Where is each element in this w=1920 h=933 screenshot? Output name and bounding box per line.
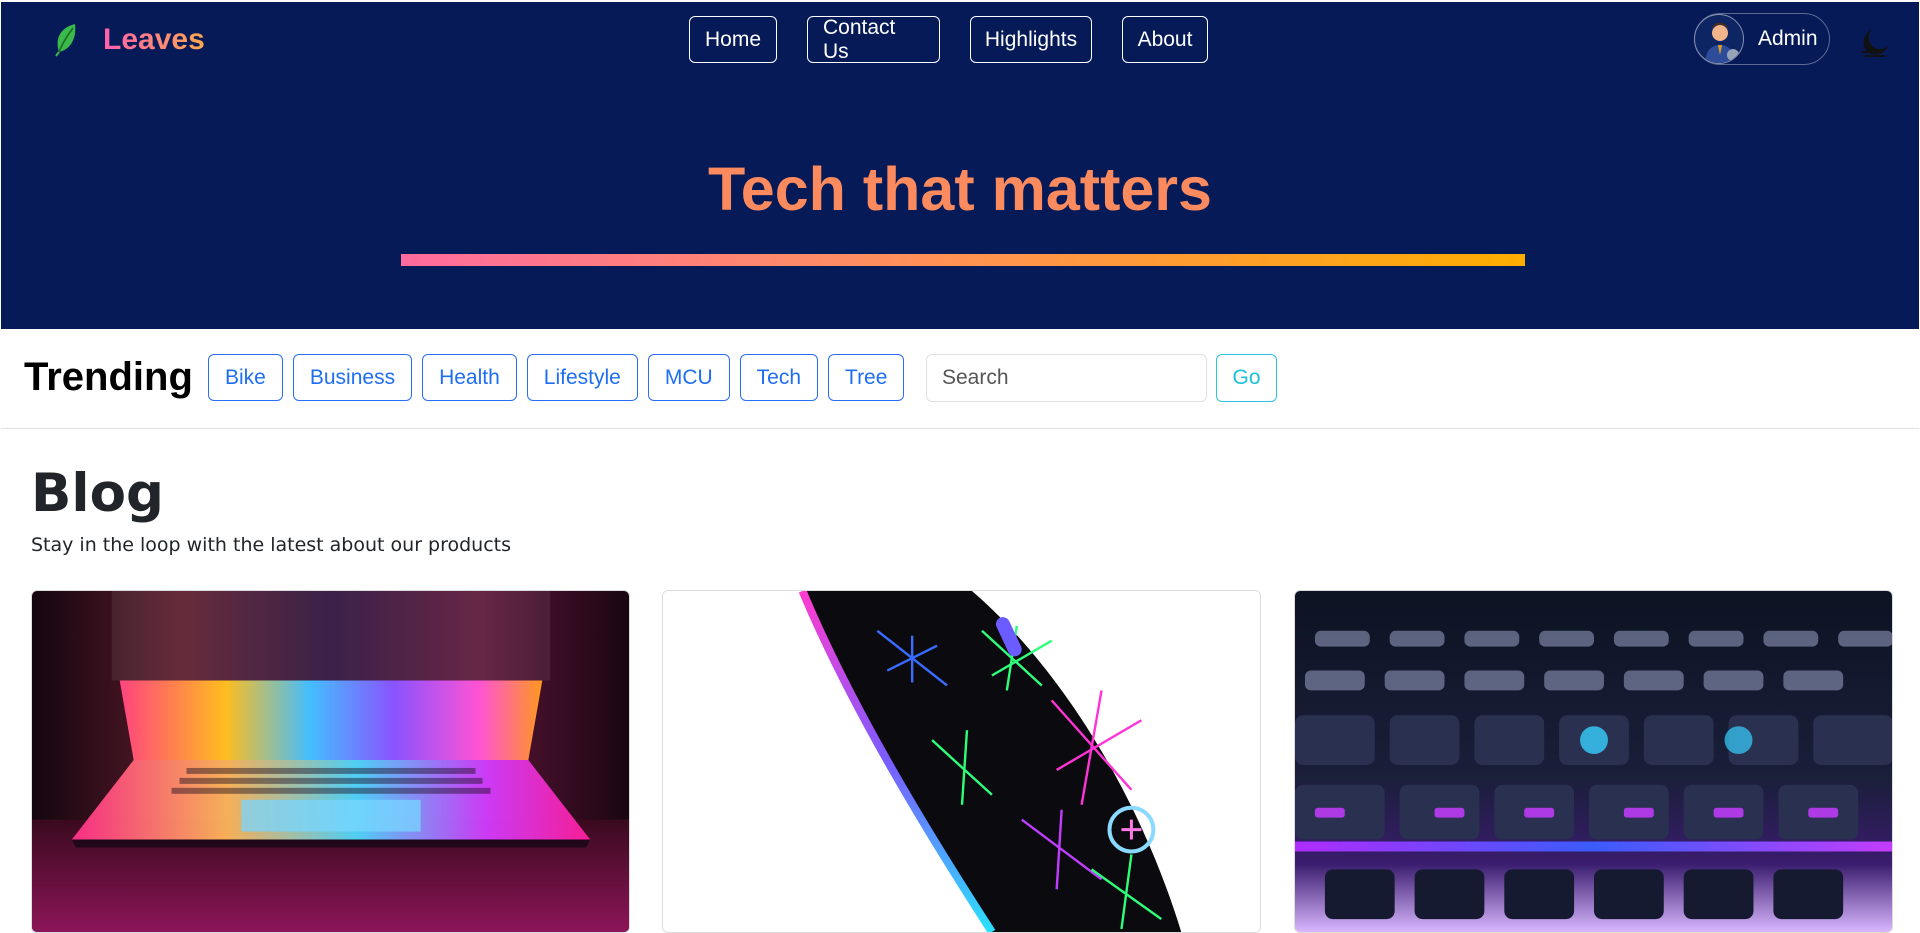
nav-home[interactable]: Home: [689, 16, 777, 63]
tag-tree[interactable]: Tree: [828, 354, 905, 401]
mouse-image: [663, 591, 1260, 932]
blog-title: Blog: [31, 463, 164, 524]
search-input[interactable]: [926, 354, 1207, 402]
tag-bike[interactable]: Bike: [208, 354, 283, 401]
hero-title: Tech that matters: [708, 155, 1212, 223]
blog-card-mouse[interactable]: [662, 590, 1261, 933]
moon-icon[interactable]: [1857, 24, 1893, 60]
go-button[interactable]: Go: [1216, 354, 1277, 402]
tag-health[interactable]: Health: [422, 354, 517, 401]
tag-mcu[interactable]: MCU: [647, 354, 730, 401]
trending-tags: Bike Business Health Lifestyle MCU Tech …: [208, 354, 914, 401]
user-name: Admin: [1758, 27, 1818, 50]
main-nav: Home Contact Us Highlights About: [689, 16, 1208, 63]
leaf-icon: [55, 24, 76, 57]
keyboard-image: [1295, 591, 1892, 932]
trending-title: Trending: [24, 355, 193, 399]
blog-subtitle: Stay in the loop with the latest about o…: [31, 534, 512, 556]
nav-about[interactable]: About: [1122, 16, 1208, 63]
user-avatar: [1694, 14, 1744, 64]
tag-tech[interactable]: Tech: [739, 354, 819, 401]
user-menu-button[interactable]: Admin: [1694, 13, 1830, 65]
blog-card-laptop[interactable]: [31, 590, 630, 933]
tag-business[interactable]: Business: [292, 354, 413, 401]
brand-name: Leaves: [103, 23, 205, 56]
tag-lifestyle[interactable]: Lifestyle: [526, 354, 638, 401]
nav-highlights[interactable]: Highlights: [970, 16, 1092, 63]
laptop-image: [32, 591, 629, 932]
blog-card-keyboard[interactable]: [1294, 590, 1893, 933]
hero-header: Leaves Home Contact Us Highlights About …: [1, 2, 1919, 329]
brand[interactable]: Leaves: [53, 22, 205, 58]
trending-bar: Trending Bike Business Health Lifestyle …: [1, 329, 1919, 429]
hero-underline: [401, 254, 1525, 266]
nav-contact-us[interactable]: Contact Us: [807, 16, 940, 63]
